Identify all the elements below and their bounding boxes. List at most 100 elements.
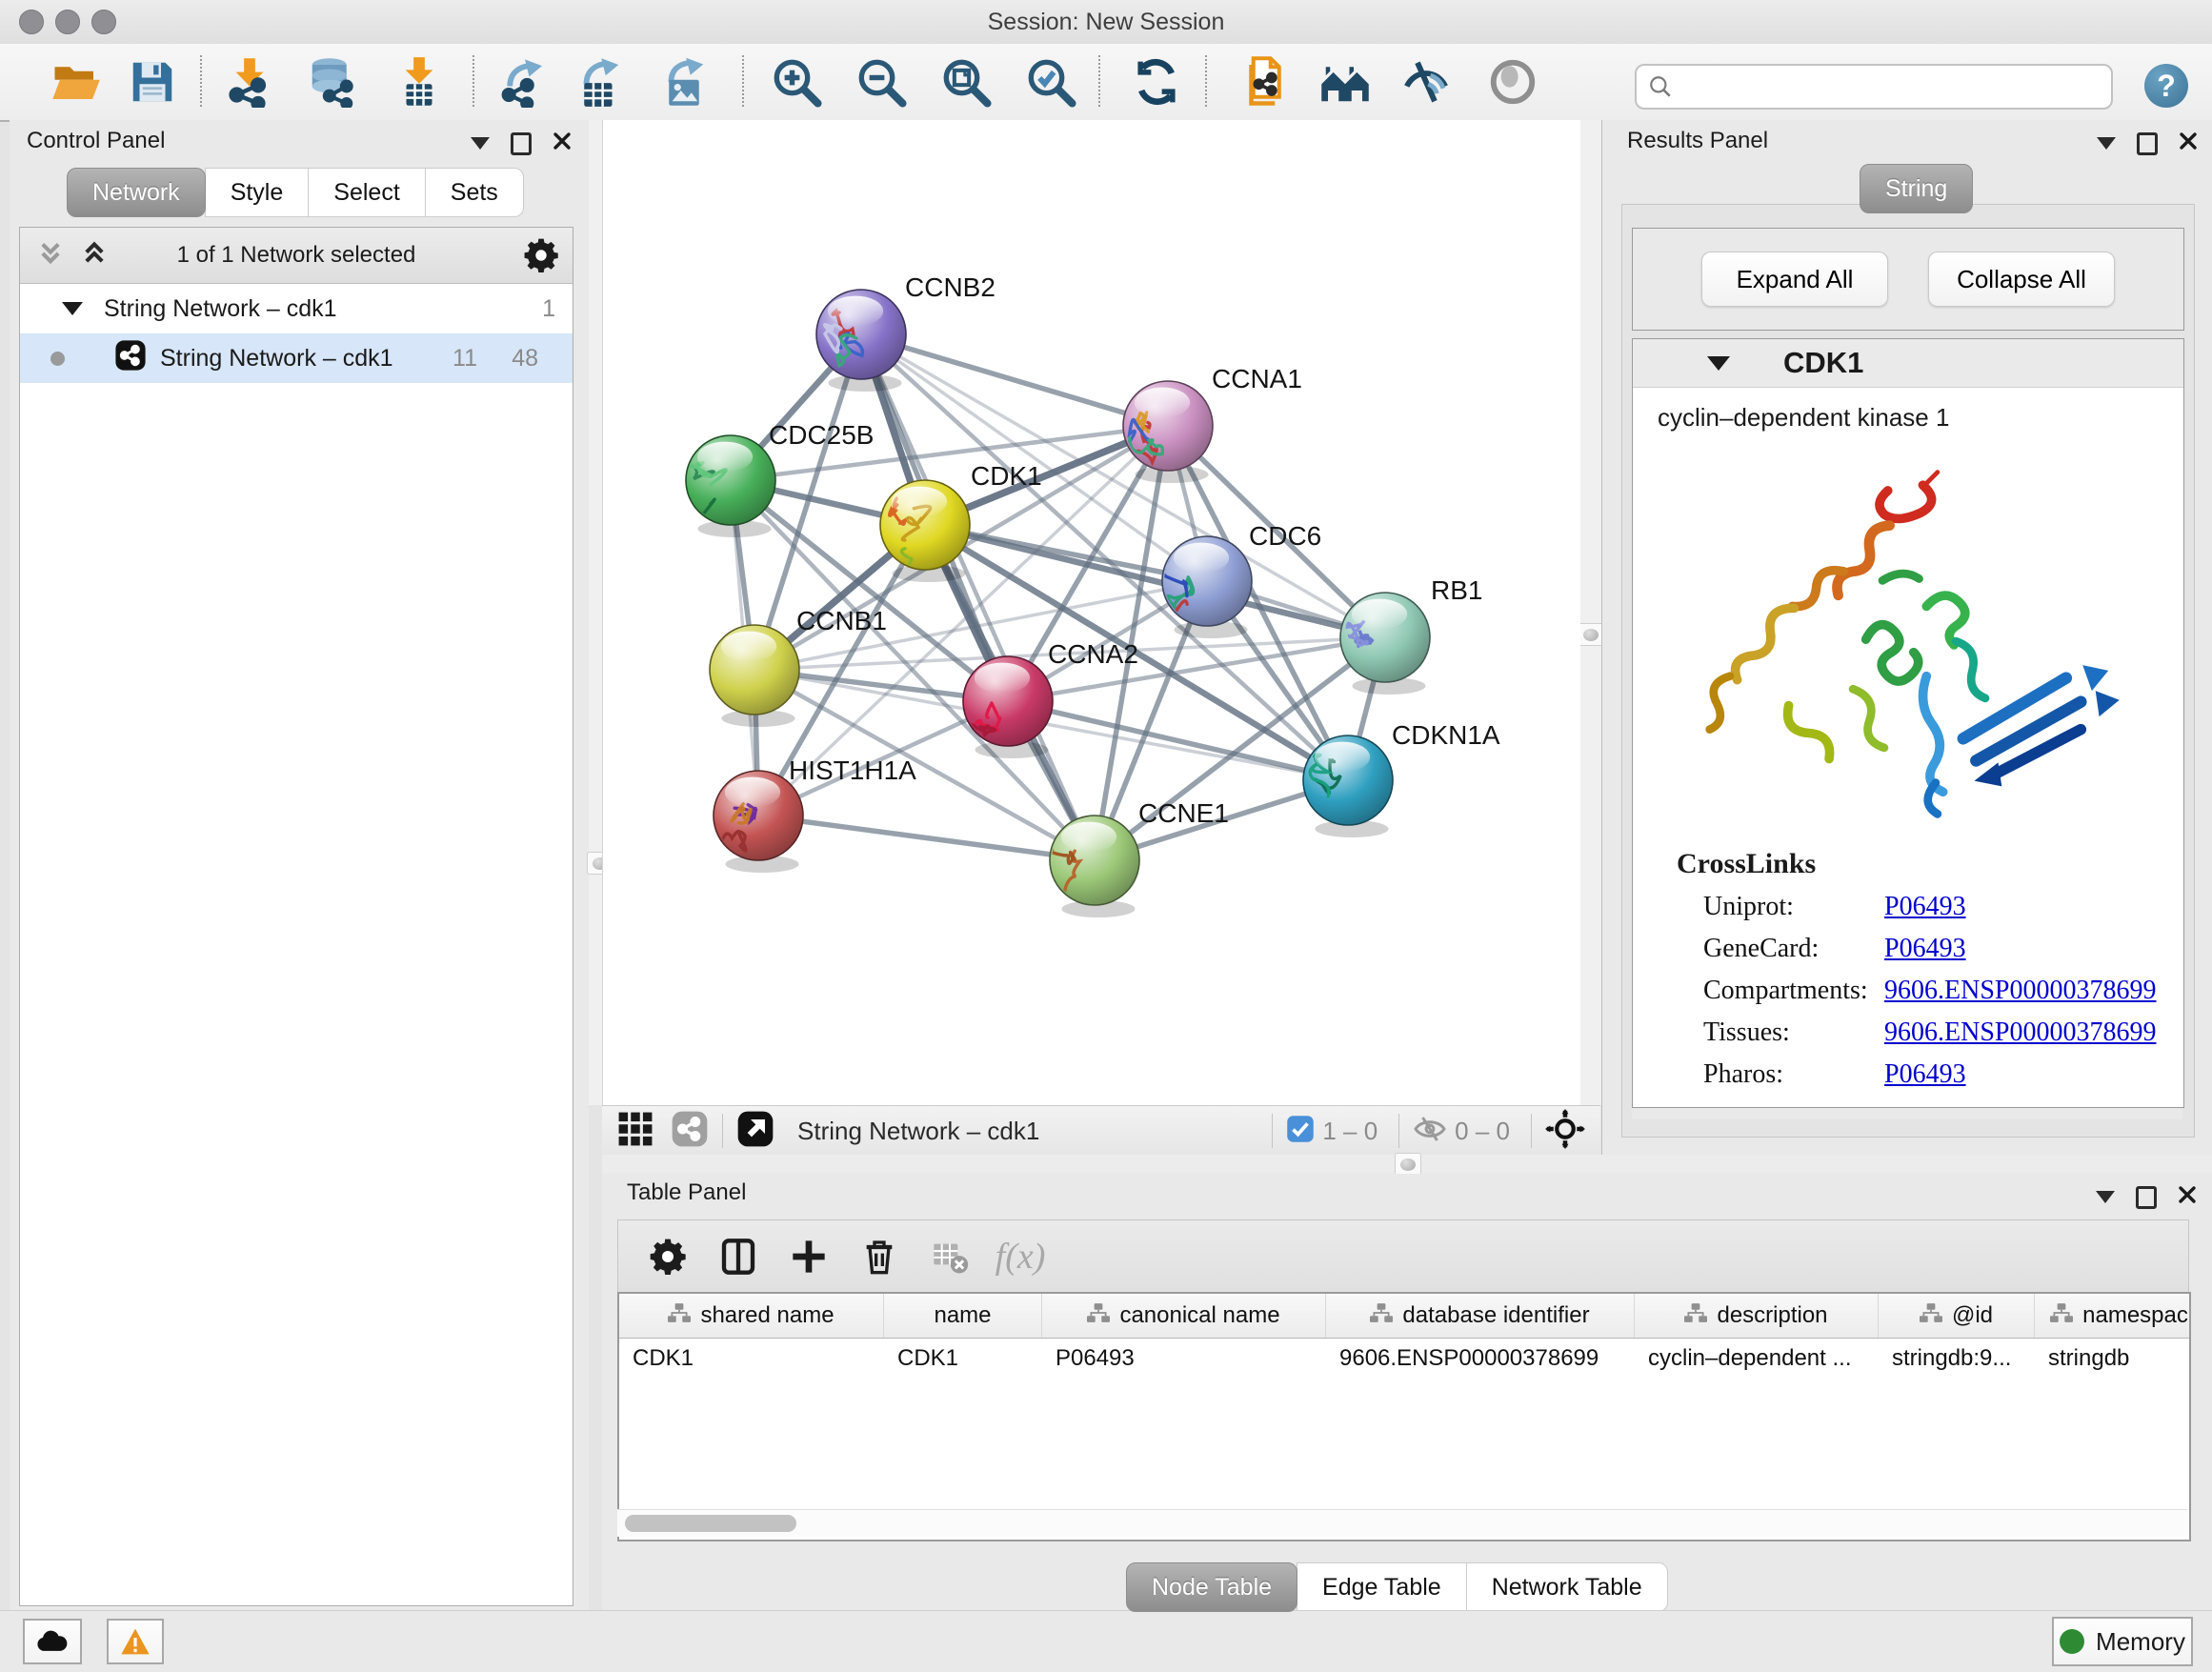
tab-node-table[interactable]: Node Table <box>1126 1562 1297 1612</box>
show-hide-graphics-icon[interactable] <box>1398 53 1455 111</box>
tab-select[interactable]: Select <box>308 168 425 217</box>
tab-network[interactable]: Network <box>67 168 206 217</box>
status-bar: Memory <box>0 1610 2212 1672</box>
network-node-CDKN1A[interactable] <box>1303 735 1393 837</box>
network-node-CDC25B[interactable] <box>668 435 775 537</box>
splitter-grip[interactable] <box>1578 623 1604 646</box>
table-cell: cyclin–dependent ... <box>1635 1339 1879 1379</box>
right-splitter[interactable] <box>1579 120 1601 1105</box>
splitter-grip[interactable] <box>1395 1153 1421 1176</box>
column-header-description[interactable]: description <box>1635 1294 1879 1338</box>
column-header--id[interactable]: @id <box>1879 1294 2035 1338</box>
crosslink-link[interactable]: 9606.ENSP00000378699 <box>1884 976 2156 1006</box>
export-image-icon[interactable] <box>655 53 713 111</box>
tree-expander-icon[interactable] <box>62 302 83 315</box>
network-node-CCNB2[interactable] <box>816 290 906 392</box>
string-home-icon[interactable] <box>1317 53 1374 111</box>
scrollbar-thumb[interactable] <box>625 1515 796 1532</box>
panel-close-icon[interactable] <box>2179 131 2198 155</box>
hidden-eye-icon[interactable] <box>1413 1112 1447 1151</box>
network-row[interactable]: String Network – cdk1 11 48 <box>20 333 573 383</box>
table-horizontal-scrollbar[interactable] <box>617 1509 2187 1537</box>
panel-float-icon[interactable] <box>511 132 532 155</box>
crosslink-link[interactable]: P06493 <box>1884 934 1966 964</box>
eye-sphere-icon[interactable] <box>1484 53 1541 111</box>
panel-float-icon[interactable] <box>2136 1186 2157 1209</box>
column-header-shared-name[interactable]: shared name <box>619 1294 884 1338</box>
collapse-all-button[interactable]: Collapse All <box>1928 252 2115 307</box>
export-network-icon[interactable] <box>496 53 553 111</box>
crosslink-link[interactable]: P06493 <box>1884 1059 1966 1090</box>
delete-table-icon[interactable] <box>929 1236 971 1278</box>
import-network-file-icon[interactable] <box>221 53 278 111</box>
import-network-database-icon[interactable] <box>303 53 360 111</box>
zoom-in-icon[interactable] <box>768 53 825 111</box>
warning-button[interactable] <box>107 1619 164 1664</box>
tab-edge-table[interactable]: Edge Table <box>1297 1562 1467 1612</box>
tab-sets[interactable]: Sets <box>425 168 524 217</box>
column-header-database-identifier[interactable]: database identifier <box>1326 1294 1635 1338</box>
node-label: CCNB2 <box>905 272 995 302</box>
network-node-HIST1H1A[interactable] <box>714 771 803 873</box>
open-file-icon[interactable] <box>48 53 105 111</box>
gear-icon[interactable] <box>523 237 559 273</box>
refresh-layout-icon[interactable] <box>1128 53 1185 111</box>
tab-network-table[interactable]: Network Table <box>1466 1562 1668 1612</box>
window-zoom-button[interactable] <box>91 10 116 34</box>
crosshair-icon[interactable] <box>1545 1109 1585 1154</box>
window-close-button[interactable] <box>19 10 44 34</box>
table-settings-gear-icon[interactable] <box>647 1236 689 1278</box>
crosslink-link[interactable]: 9606.ENSP00000378699 <box>1884 1017 2156 1048</box>
panel-collapse-icon[interactable] <box>2097 137 2116 150</box>
tab-string[interactable]: String <box>1860 164 1973 213</box>
network-canvas[interactable]: CCNB2CCNA1CDC25BCDK1CDC6RB1CCNB1CCNA2CDK… <box>602 120 1580 1105</box>
panel-close-icon[interactable] <box>553 131 572 155</box>
network-collection-row[interactable]: String Network – cdk1 1 <box>20 284 573 333</box>
import-table-icon[interactable] <box>391 53 448 111</box>
panel-collapse-icon[interactable] <box>471 137 490 150</box>
zoom-selected-icon[interactable] <box>1022 53 1079 111</box>
table-panel-title: Table Panel <box>627 1179 746 1206</box>
help-icon[interactable]: ? <box>2144 64 2188 108</box>
function-builder-icon[interactable]: f(x) <box>999 1236 1041 1278</box>
section-expander-icon[interactable] <box>1707 356 1730 371</box>
export-table-icon[interactable] <box>571 53 628 111</box>
network-node-CCNE1[interactable] <box>1037 816 1139 917</box>
search-input[interactable] <box>1673 70 2111 104</box>
node-label: CCNE1 <box>1138 798 1229 828</box>
delete-column-icon[interactable] <box>858 1236 900 1278</box>
tab-style[interactable]: Style <box>205 168 310 217</box>
network-node-CCNB1[interactable] <box>710 625 799 727</box>
window-minimize-button[interactable] <box>55 10 80 34</box>
table-row[interactable]: CDK1CDK1P064939606.ENSP00000378699cyclin… <box>619 1339 2189 1379</box>
network-edge[interactable] <box>1008 701 1348 780</box>
horizontal-splitter[interactable] <box>602 1155 2212 1174</box>
network-node-CCNA2[interactable] <box>963 656 1053 758</box>
memory-button[interactable]: Memory <box>2052 1617 2193 1666</box>
column-header-namespac[interactable]: namespac <box>2035 1294 2191 1338</box>
panel-collapse-icon[interactable] <box>2096 1191 2115 1203</box>
column-header-canonical-name[interactable]: canonical name <box>1042 1294 1326 1338</box>
grid-view-icon[interactable] <box>617 1111 654 1152</box>
network-node-CCNA1[interactable] <box>1121 381 1213 483</box>
cloud-button[interactable] <box>23 1619 82 1664</box>
node-label: CCNB1 <box>796 606 887 635</box>
network-share-icon[interactable] <box>671 1110 709 1153</box>
save-session-icon[interactable] <box>124 53 181 111</box>
panel-close-icon[interactable] <box>2178 1185 2197 1209</box>
add-column-icon[interactable] <box>788 1236 830 1278</box>
network-node-RB1[interactable] <box>1340 593 1430 695</box>
network-edge[interactable] <box>861 334 1168 426</box>
panel-float-icon[interactable] <box>2137 132 2158 155</box>
selected-checkbox-icon[interactable] <box>1286 1115 1315 1148</box>
column-header-name[interactable]: name <box>884 1294 1042 1338</box>
network-edge[interactable] <box>758 816 1095 860</box>
select-columns-icon[interactable] <box>717 1236 759 1278</box>
zoom-out-icon[interactable] <box>853 53 910 111</box>
share-document-icon[interactable] <box>1236 53 1293 111</box>
zoom-fit-icon[interactable] <box>937 53 995 111</box>
crosslink-link[interactable]: P06493 <box>1884 892 1966 922</box>
expand-all-button[interactable]: Expand All <box>1701 252 1888 307</box>
birdseye-toggle-icon[interactable] <box>736 1110 774 1153</box>
gene-section-header[interactable]: CDK1 <box>1633 339 2183 388</box>
